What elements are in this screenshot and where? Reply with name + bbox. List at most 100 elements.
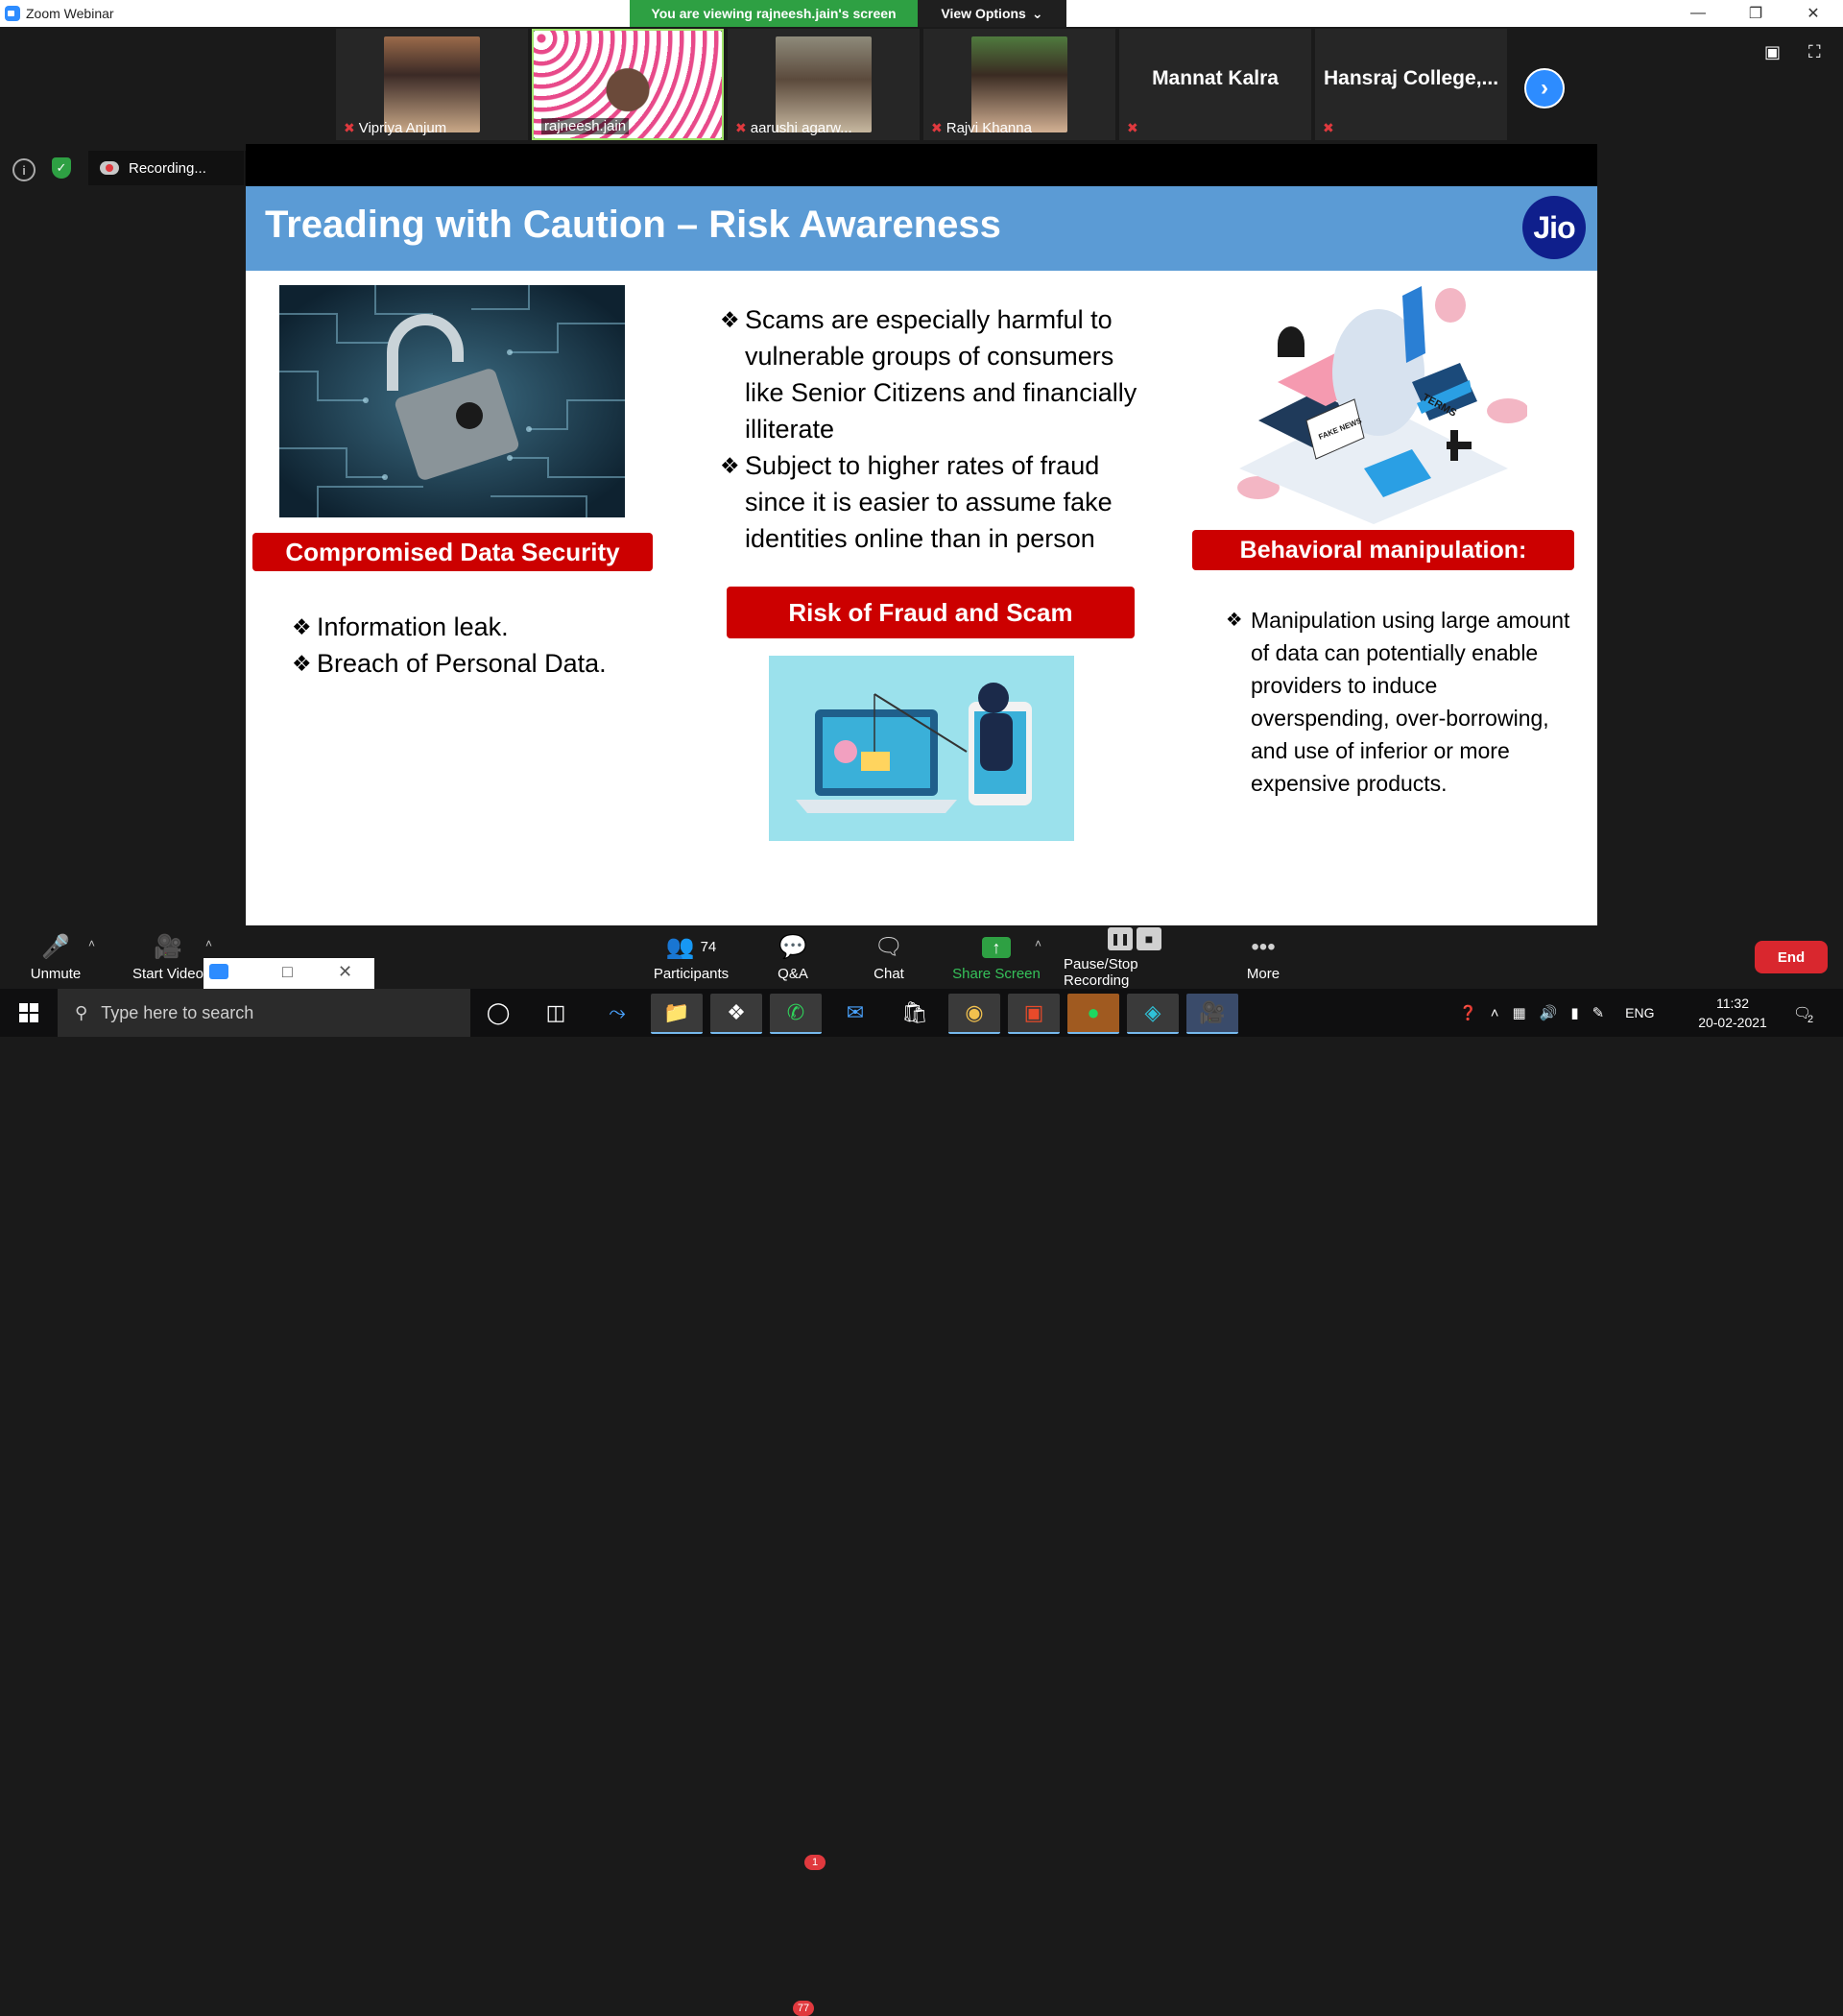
- show-hidden-icons-chevron-icon[interactable]: ˄: [1491, 1005, 1499, 1021]
- window-title: Zoom Webinar: [26, 6, 114, 21]
- whatsapp-badge: 77: [793, 2001, 814, 2016]
- notifications-button[interactable]: 🗨 2: [1793, 989, 1813, 1037]
- more-dots-icon: •••: [1251, 933, 1276, 960]
- start-button[interactable]: [0, 989, 58, 1037]
- start-video-button[interactable]: 🎥 Start Video: [125, 925, 211, 989]
- video-off-icon: 🎥: [154, 934, 182, 960]
- left-bullet-list: Information leak. Breach of Personal Dat…: [292, 609, 657, 682]
- share-screen-icon: ↑: [982, 936, 1011, 958]
- edge-icon[interactable]: ◈: [1127, 994, 1179, 1034]
- search-icon: ⚲: [75, 1002, 88, 1022]
- zoom-app-icon: [209, 964, 228, 979]
- share-options-caret-icon[interactable]: ˄: [1035, 937, 1041, 950]
- taskbar-clock[interactable]: 11:32 20-02-2021: [1689, 994, 1776, 1032]
- video-options-caret-icon[interactable]: ˄: [205, 937, 212, 950]
- search-placeholder: Type here to search: [101, 1002, 254, 1022]
- meet-now-icon[interactable]: ▦: [1512, 1004, 1525, 1021]
- participant-tile-active-speaker[interactable]: rajneesh.jain: [532, 29, 724, 140]
- whatsapp-icon[interactable]: ✆: [770, 994, 822, 1034]
- viewing-screen-banner: You are viewing rajneesh.jain's screen: [630, 0, 918, 27]
- taskbar-search-box[interactable]: ⚲ Type here to search: [58, 989, 470, 1037]
- minimized-window-thumbnail[interactable]: □ ✕: [203, 958, 374, 989]
- zoom-taskbar-icon[interactable]: 🎥: [1186, 994, 1238, 1034]
- close-button[interactable]: ✕: [1791, 0, 1835, 27]
- participants-count: 74: [700, 939, 717, 955]
- participant-video: [384, 36, 480, 132]
- system-tray: ❓ ˄ ▦ 🔊 ▮ ✎ ENG: [1459, 989, 1655, 1037]
- chrome-icon[interactable]: ◉: [948, 994, 1000, 1034]
- muted-mic-icon: ✖: [931, 120, 943, 135]
- restore-button[interactable]: ❐: [1734, 0, 1778, 27]
- recording-indicator: Recording...: [88, 151, 244, 185]
- participant-tile[interactable]: Hansraj College,... ✖: [1315, 29, 1507, 140]
- qa-label: Q&A: [778, 965, 808, 982]
- chat-icon: 🗨: [874, 934, 904, 960]
- app-lightning-icon[interactable]: ⤳: [591, 994, 643, 1032]
- share-screen-button[interactable]: ↑ Share Screen: [946, 925, 1046, 989]
- participants-icon: 👥 74: [665, 934, 717, 960]
- participant-tile[interactable]: ✖ Rajvi Khanna: [923, 29, 1115, 140]
- muted-mic-icon: ✖: [344, 120, 355, 135]
- participant-tile[interactable]: Mannat Kalra ✖: [1119, 29, 1311, 140]
- office-icon[interactable]: ▣: [1008, 994, 1060, 1034]
- start-video-label: Start Video: [132, 965, 203, 982]
- mail-icon[interactable]: ✉: [829, 994, 881, 1032]
- fullscreen-icon[interactable]: ⛶: [1808, 42, 1821, 62]
- layout-icon[interactable]: ▣: [1764, 42, 1781, 62]
- participant-tile[interactable]: ✖ aarushi agarw...: [728, 29, 920, 140]
- muted-microphone-icon: 🎤: [41, 934, 70, 960]
- unmute-button[interactable]: 🎤 Unmute: [21, 925, 90, 989]
- windows-logo-icon: [19, 1003, 38, 1022]
- shared-screen-slide: Treading with Caution – Risk Awareness J…: [246, 186, 1597, 925]
- end-meeting-button[interactable]: End: [1755, 941, 1828, 973]
- maximize-icon[interactable]: □: [282, 962, 293, 982]
- help-icon[interactable]: ❓: [1459, 1004, 1477, 1021]
- slide-header: Treading with Caution – Risk Awareness J…: [246, 186, 1597, 271]
- participant-video: [776, 36, 872, 132]
- participant-name: Vipriya Anjum: [358, 120, 447, 136]
- task-view-icon[interactable]: ◫: [530, 994, 582, 1032]
- bullet-item: Scams are especially harmful to vulnerab…: [720, 301, 1142, 447]
- qa-button[interactable]: 💬 Q&A: [768, 925, 818, 989]
- participant-name: Mannat Kalra: [1152, 67, 1279, 89]
- battery-icon[interactable]: ▮: [1570, 1004, 1578, 1021]
- participant-name: aarushi agarw...: [750, 120, 852, 136]
- muted-mic-icon: ✖: [735, 120, 747, 135]
- file-explorer-icon[interactable]: 📁: [651, 994, 703, 1034]
- pause-stop-label: Pause/Stop Recording: [1064, 956, 1138, 989]
- audio-options-caret-icon[interactable]: ˄: [88, 937, 95, 950]
- more-button[interactable]: ••• More: [1238, 925, 1288, 989]
- chat-button[interactable]: 🗨 Chat: [864, 925, 914, 989]
- spotify-icon[interactable]: ●: [1067, 994, 1119, 1034]
- behavioral-manipulation-label: Behavioral manipulation:: [1192, 530, 1574, 570]
- pause-icon: ❚❚: [1108, 927, 1133, 950]
- pause-stop-recording-button[interactable]: ❚❚ ■ Pause/Stop Recording: [1064, 925, 1206, 989]
- risk-fraud-scam-label: Risk of Fraud and Scam: [727, 587, 1135, 638]
- volume-icon[interactable]: 🔊: [1540, 1004, 1558, 1021]
- qa-icon: 💬: [778, 934, 807, 960]
- windows-taskbar: ⚲ Type here to search ◯ ◫ ⤳ 📁 ❖ ✆ 77 ✉ 🛍…: [0, 989, 1843, 2016]
- chat-label: Chat: [874, 965, 904, 982]
- jio-logo: Jio: [1522, 196, 1586, 259]
- participants-button[interactable]: 👥 74 Participants: [641, 925, 741, 989]
- right-bullet-list: Manipulation using large amount of data …: [1226, 604, 1571, 800]
- language-indicator[interactable]: ENG: [1625, 1005, 1654, 1020]
- view-options-button[interactable]: View Options ⌄: [918, 0, 1066, 27]
- participant-tile[interactable]: ✖ Vipriya Anjum: [336, 29, 528, 140]
- share-screen-label: Share Screen: [952, 965, 1041, 982]
- meeting-info-icon[interactable]: i: [12, 158, 36, 181]
- next-page-arrow-icon[interactable]: ›: [1524, 68, 1565, 108]
- minimize-button[interactable]: —: [1676, 0, 1720, 27]
- store-icon[interactable]: 🛍: [889, 994, 941, 1032]
- close-icon[interactable]: ✕: [338, 962, 352, 982]
- center-bullet-list: Scams are especially harmful to vulnerab…: [720, 301, 1142, 557]
- bullet-item: Information leak.: [292, 609, 657, 645]
- participant-video: [971, 36, 1067, 132]
- pen-icon[interactable]: ✎: [1592, 1004, 1605, 1021]
- more-label: More: [1246, 965, 1281, 982]
- security-shield-icon[interactable]: ✓: [52, 157, 71, 179]
- view-options-label: View Options: [941, 6, 1026, 21]
- cortana-icon[interactable]: ◯: [472, 994, 524, 1032]
- dropbox-icon[interactable]: ❖: [710, 994, 762, 1034]
- chevron-down-icon: ⌄: [1031, 5, 1043, 21]
